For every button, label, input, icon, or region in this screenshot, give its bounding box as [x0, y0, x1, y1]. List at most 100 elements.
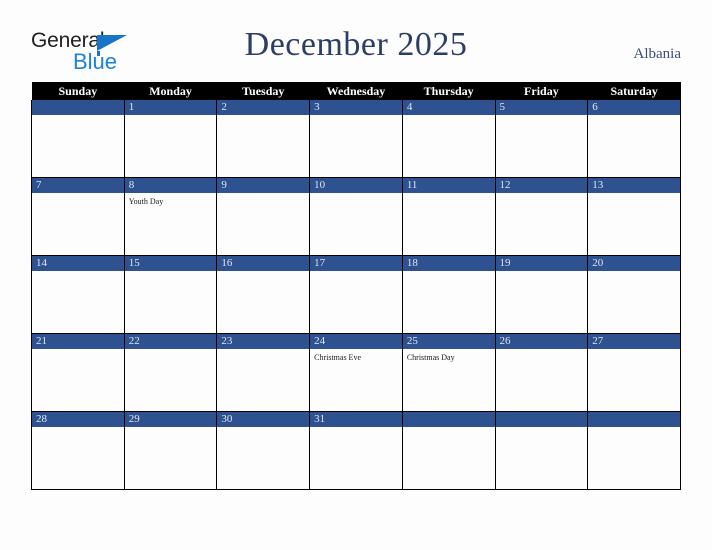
calendar-day-cell[interactable]: 3 [309, 100, 403, 178]
calendar-day-cell[interactable]: 7 [31, 177, 125, 256]
day-cell-inner: 26 [495, 334, 588, 411]
day-number: 24 [314, 335, 326, 347]
calendar-day-cell[interactable]: 1 [123, 100, 218, 178]
day-cell-inner: 13 [588, 178, 680, 255]
calendar-day-cell[interactable]: 5 [494, 100, 589, 178]
day-events [32, 193, 124, 196]
calendar-day-cell[interactable]: 26 [494, 333, 589, 412]
calendar-day-cell[interactable]: 20 [587, 255, 681, 334]
day-number: 8 [128, 179, 135, 191]
weekday-header-monday: Monday [124, 82, 217, 100]
calendar-day-cell[interactable] [587, 411, 681, 490]
day-cell-inner: 7 [32, 178, 124, 255]
day-events [403, 271, 495, 274]
day-number-bar: 23 [217, 334, 310, 349]
day-number-bar [495, 412, 588, 427]
day-cell-inner [495, 412, 588, 489]
day-number-bar: 26 [495, 334, 588, 349]
day-number-bar: 18 [402, 256, 495, 271]
day-events [217, 193, 309, 196]
calendar-day-cell[interactable] [401, 411, 496, 490]
calendar-day-cell[interactable]: 8 Youth Day [123, 177, 218, 256]
holiday-event-label: Youth Day [128, 197, 164, 206]
day-cell-inner: 21 [32, 334, 124, 411]
day-events [310, 115, 402, 118]
calendar-day-cell[interactable]: 2 [216, 100, 311, 178]
day-number: 15 [128, 257, 140, 269]
day-events [310, 193, 402, 196]
day-cell-inner: 16 [217, 256, 310, 333]
calendar-day-cell[interactable]: 15 [123, 255, 218, 334]
day-number-bar: 29 [124, 412, 217, 427]
day-events [32, 115, 124, 118]
weekday-header-tuesday: Tuesday [216, 82, 310, 100]
day-cell-inner: 25 Christmas Day [402, 334, 495, 411]
day-events [217, 349, 309, 352]
day-cell-inner: 31 [310, 412, 402, 489]
day-cell-inner [402, 412, 495, 489]
calendar-day-cell[interactable]: 22 [123, 333, 218, 412]
weekday-header-row: Sunday Monday Tuesday Wednesday Thursday… [31, 82, 681, 100]
day-number-bar: 22 [124, 334, 217, 349]
calendar-day-cell[interactable]: 23 [216, 333, 311, 412]
day-cell-inner: 19 [495, 256, 588, 333]
calendar-week-row: 7 8 Youth Day 9 10 11 12 13 [31, 177, 681, 256]
calendar-day-cell[interactable] [31, 100, 125, 178]
day-events [588, 193, 680, 196]
day-cell-inner: 30 [217, 412, 310, 489]
day-number: 4 [406, 101, 413, 113]
day-number: 9 [221, 179, 227, 191]
day-cell-inner: 9 [217, 178, 310, 255]
calendar-day-cell[interactable]: 11 [401, 177, 496, 256]
weekday-header-saturday: Saturday [587, 82, 681, 100]
day-events [403, 193, 495, 196]
calendar-day-cell[interactable]: 17 [309, 255, 403, 334]
calendar-day-cell[interactable]: 21 [31, 333, 125, 412]
calendar-day-cell[interactable]: 31 [309, 411, 403, 490]
day-number: 19 [499, 257, 511, 269]
calendar-day-cell[interactable]: 18 [401, 255, 496, 334]
day-cell-inner: 14 [32, 256, 124, 333]
calendar-day-cell[interactable]: 16 [216, 255, 311, 334]
day-events [217, 115, 309, 118]
day-number-bar: 13 [588, 178, 680, 193]
calendar-day-cell[interactable]: 9 [216, 177, 311, 256]
weekday-header-thursday: Thursday [402, 82, 496, 100]
calendar-day-cell[interactable]: 10 [309, 177, 403, 256]
calendar-day-cell[interactable]: 14 [31, 255, 125, 334]
day-number: 31 [314, 413, 326, 425]
day-number-bar: 3 [310, 100, 402, 115]
day-cell-inner: 12 [495, 178, 588, 255]
day-number: 23 [221, 335, 233, 347]
day-events [496, 427, 588, 430]
calendar-day-cell[interactable]: 19 [494, 255, 589, 334]
calendar-day-cell[interactable]: 28 [31, 411, 125, 490]
day-events [588, 427, 680, 430]
calendar-day-cell[interactable]: 27 [587, 333, 681, 412]
calendar-day-cell[interactable]: 30 [216, 411, 311, 490]
day-events [217, 427, 309, 430]
calendar-day-cell[interactable]: 25 Christmas Day [401, 333, 496, 412]
day-events [588, 349, 680, 352]
day-number-bar: 4 [402, 100, 495, 115]
calendar-day-cell[interactable]: 6 [587, 100, 681, 178]
calendar-day-cell[interactable] [494, 411, 589, 490]
calendar-day-cell[interactable]: 24 Christmas Eve [309, 333, 403, 412]
calendar-week-row: 14 15 16 17 18 19 20 [31, 255, 681, 334]
day-cell-inner: 24 Christmas Eve [310, 334, 402, 411]
day-number-bar: 12 [495, 178, 588, 193]
day-cell-inner: 22 [124, 334, 217, 411]
calendar-day-cell[interactable]: 13 [587, 177, 681, 256]
day-events: Youth Day [125, 193, 217, 207]
calendar-day-cell[interactable]: 12 [494, 177, 589, 256]
day-cell-inner: 10 [310, 178, 402, 255]
day-number: 25 [406, 335, 418, 347]
page-title: December 2025 [244, 26, 468, 63]
day-number-bar [588, 412, 680, 427]
weekday-header-friday: Friday [495, 82, 588, 100]
day-number: 20 [592, 257, 604, 269]
calendar-day-cell[interactable]: 29 [123, 411, 218, 490]
day-number: 5 [499, 101, 506, 113]
calendar-day-cell[interactable]: 4 [401, 100, 496, 178]
day-number: 27 [592, 335, 604, 347]
